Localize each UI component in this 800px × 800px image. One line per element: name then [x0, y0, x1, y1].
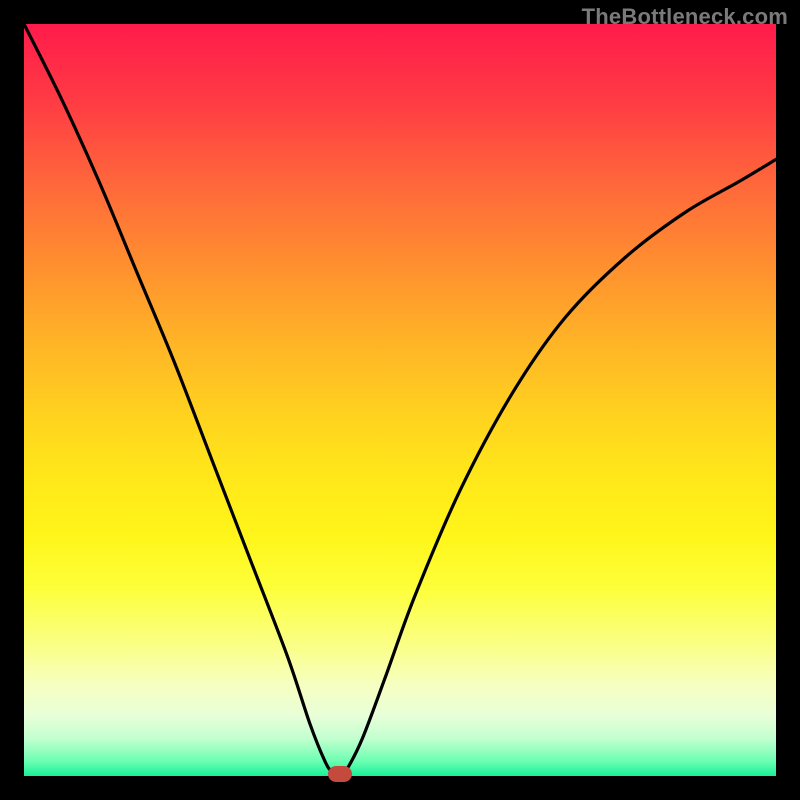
- chart-frame: TheBottleneck.com: [0, 0, 800, 800]
- curve-svg: [24, 24, 776, 776]
- optimal-point-marker: [328, 766, 352, 782]
- bottleneck-curve: [24, 24, 776, 776]
- plot-area: [24, 24, 776, 776]
